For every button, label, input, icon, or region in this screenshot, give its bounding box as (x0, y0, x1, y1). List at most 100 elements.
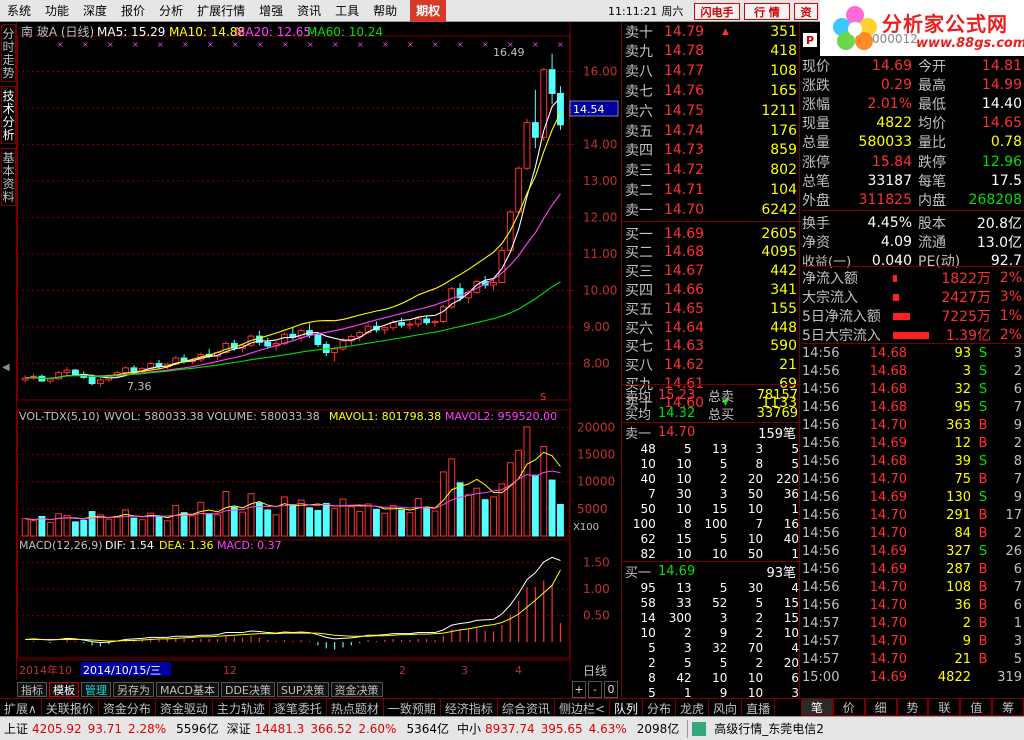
sell-level-row[interactable]: 卖二 14.71 104 (622, 180, 801, 199)
server-name[interactable]: 高级行情_东莞电信2 (710, 720, 828, 737)
tick-tabs: 笔价细势联值筹 (801, 698, 1024, 716)
sell-level-row[interactable]: 卖四 14.73 859 (622, 141, 801, 160)
tick-tab[interactable]: 联 (928, 698, 961, 716)
sell-level-row[interactable]: 卖九 14.78 418 (622, 42, 801, 61)
volume-bar (506, 462, 514, 537)
buy-level-row[interactable]: 买五 14.65 155 (622, 299, 801, 318)
menu-item[interactable]: 帮助 (366, 0, 404, 22)
buy-level-row[interactable]: 买二 14.68 4095 (622, 243, 801, 262)
buy-level-row[interactable]: 买八 14.62 21 (622, 356, 801, 375)
sz-index-label[interactable]: 深证 (223, 720, 255, 737)
tick-tab[interactable]: 价 (832, 698, 865, 716)
price-tick-label: 8.00 (583, 357, 610, 371)
side-tab-technical[interactable]: 技术分析 (1, 86, 16, 144)
function-tab[interactable]: 侧边栏< (555, 699, 610, 717)
function-tab[interactable]: 扩展∧ (0, 699, 42, 717)
tick-tab[interactable]: 笔 (801, 698, 833, 716)
function-tab[interactable]: 关联报价 (42, 699, 99, 717)
tick-time: 14:57 (802, 615, 840, 631)
menu-item[interactable]: 扩展行情 (190, 0, 252, 22)
side-tab-label: 技术分析 (2, 89, 15, 142)
price-tick-label: 16.00 (583, 65, 617, 79)
function-tab[interactable]: 龙虎 (676, 699, 710, 717)
menu-item[interactable]: 系统 (0, 0, 38, 22)
tick-row: 14:56 14.70 363 B 9 (801, 416, 1024, 434)
level-price: 14.71 (664, 181, 705, 198)
queue-cell: 20 (747, 472, 764, 486)
function-tab[interactable]: 主力轨迹 (213, 699, 270, 717)
quote-row: 净资 4.09 流通 13.0亿 (801, 232, 1024, 251)
sell-level-row[interactable]: 卖六 14.75 1211 (622, 101, 801, 120)
function-tab[interactable]: 一致预期 (384, 699, 441, 717)
volume-bar (356, 511, 364, 537)
function-tab[interactable]: 热点题材 (327, 699, 384, 717)
queue-cell: 220 (776, 472, 799, 486)
function-tab[interactable]: 逐笔委托 (270, 699, 327, 717)
menu-item[interactable]: 深度 (76, 0, 114, 22)
buy-level-row[interactable]: 买四 14.66 341 (622, 280, 801, 299)
average-row: 买均 14.32 总买 33769 (622, 404, 801, 423)
tick-tab[interactable]: 筹 (992, 698, 1024, 716)
function-tab[interactable]: 资金分布 (99, 699, 156, 717)
reset-zoom-button[interactable]: 0 (604, 681, 618, 698)
sell-level-row[interactable]: 卖七 14.76 165 (622, 81, 801, 100)
sell-level-row[interactable]: 卖八 14.77 108 (622, 62, 801, 81)
side-tab-intraday[interactable]: 分时走势 (1, 24, 16, 82)
buy-level-row[interactable]: 买六 14.64 448 (622, 318, 801, 337)
tick-tab[interactable]: 势 (896, 698, 929, 716)
sell-level-row[interactable]: 卖一 14.70 6242 (622, 200, 801, 219)
function-tab[interactable]: 风向 (709, 699, 743, 717)
chart-tab[interactable]: DDE决策 (220, 682, 275, 697)
function-tab[interactable]: 资金驱动 (156, 699, 213, 717)
zoom-in-button[interactable]: + (572, 681, 586, 698)
candle-body (264, 341, 272, 347)
level-price: 14.76 (664, 82, 705, 99)
chart-tab[interactable]: 指标 (17, 682, 47, 697)
sz-amount: 5364亿 (406, 722, 449, 736)
function-tab[interactable]: 经济指标 (441, 699, 498, 717)
zoom-out-button[interactable]: - (588, 681, 602, 698)
buy-level-row[interactable]: 买一 14.69 2605 (622, 224, 801, 243)
queue-cell: 50 (640, 502, 656, 516)
menu-item[interactable]: 分析 (152, 0, 190, 22)
volume-bar (398, 509, 405, 537)
queue-grid: 95 13 5 30 4 58 33 52 5 15 14 300 3 2 15 10 2 9 2 10 5 3 32 70 4… (622, 581, 801, 701)
options-menu-item[interactable]: 期权 (410, 0, 447, 22)
tick-price: 14.70 (869, 471, 907, 487)
event-marker-icon: × (257, 40, 264, 49)
menu-item[interactable]: 功能 (38, 0, 76, 22)
tick-tab[interactable]: 值 (960, 698, 993, 716)
sidebar-collapse-icon[interactable]: ◀ (2, 362, 10, 373)
buy-level-row[interactable]: 买三 14.67 442 (622, 262, 801, 281)
buy-level-row[interactable]: 买七 14.63 590 (622, 337, 801, 356)
menu-item[interactable]: 报价 (114, 0, 152, 22)
chart-tab[interactable]: 模板 (49, 682, 79, 697)
menu-item[interactable]: 资讯 (290, 0, 328, 22)
chart-tab[interactable]: 管理 (81, 682, 111, 697)
quote-button[interactable]: 行 情 (744, 3, 790, 20)
low-price-label: 7.36 (127, 380, 152, 393)
sell-level-row[interactable]: 卖五 14.74 176 (622, 121, 801, 140)
sh-index-change: 93.71 (87, 721, 122, 736)
function-tab[interactable]: 队列 (610, 699, 644, 717)
tick-tab[interactable]: 细 (864, 698, 897, 716)
sell-level-row[interactable]: 卖十 14.79 ▲ 351 (622, 22, 801, 41)
side-tab-fundamentals[interactable]: 基本资料 (1, 148, 16, 206)
function-tab[interactable]: 直播 (742, 699, 776, 717)
chart-tab[interactable]: 另存为 (113, 682, 154, 697)
sh-index-label[interactable]: 上证 (0, 720, 32, 737)
sell-level-row[interactable]: 卖三 14.72 802 (622, 161, 801, 180)
flash-trade-button[interactable]: 闪电手 (694, 3, 740, 20)
zx-index-label[interactable]: 中小 (453, 720, 485, 737)
menu-item[interactable]: 工具 (328, 0, 366, 22)
menu-item[interactable]: 增强 (252, 0, 290, 22)
kline-chart[interactable]: ××××××××××××××××××××× 16.0015.0014.0013.… (17, 22, 620, 680)
function-tab[interactable]: 分布 (643, 699, 677, 717)
chart-tab[interactable]: SUP决策 (276, 682, 329, 697)
ma20-line (25, 193, 561, 380)
info-button[interactable]: 资 (794, 3, 818, 20)
chart-tab[interactable]: 资金决策 (330, 682, 383, 697)
date-tick-label: 3 (461, 664, 468, 677)
chart-tab[interactable]: MACD基本 (156, 682, 219, 697)
function-tab[interactable]: 综合资讯 (498, 699, 555, 717)
